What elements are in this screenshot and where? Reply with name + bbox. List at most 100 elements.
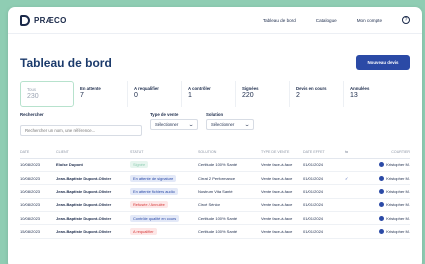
col-date[interactable]: DATE bbox=[20, 146, 56, 159]
new-quote-button[interactable]: Nouveau devis bbox=[356, 55, 410, 70]
row-solution: Certitude 100% Santé bbox=[198, 224, 261, 239]
row-effective-date: 01/01/2024 bbox=[303, 224, 345, 239]
broker-name: Kristopher M. bbox=[386, 202, 410, 208]
nav-item-account[interactable]: Mon compte bbox=[357, 18, 382, 23]
page-title: Tableau de bord bbox=[20, 55, 112, 70]
search-label: Rechercher bbox=[20, 112, 44, 117]
row-client: Jean-Baptiste Dupont-Olivier bbox=[56, 198, 130, 213]
broker-name: Kristopher M. bbox=[386, 175, 410, 181]
row-sale-type: Vente face-à-face bbox=[261, 224, 303, 239]
row-client: Jean-Baptiste Dupont-Olivier bbox=[56, 224, 130, 239]
stat-tab-signed[interactable]: Signées 220 bbox=[236, 81, 290, 107]
sale-type-filter: Type de vente Sélectionner ⌄ bbox=[150, 112, 198, 137]
status-badge: A requalifier bbox=[130, 228, 157, 236]
stat-label: Devis en cours bbox=[296, 86, 327, 91]
status-badge: En attente fichiers audio bbox=[130, 187, 178, 195]
row-status: Signée bbox=[130, 158, 198, 172]
help-icon[interactable]: ? bbox=[402, 16, 410, 24]
table-row[interactable]: 10/08/2023 Jean-Baptiste Dupont-Olivier Re… bbox=[20, 198, 410, 213]
avatar bbox=[379, 202, 385, 208]
table-row[interactable]: 10/08/2023 Eloïse Dupont Signée Certitude 1… bbox=[20, 158, 410, 172]
col-link-icon: ⇆ bbox=[345, 146, 359, 159]
broker-name: Kristopher M. bbox=[386, 215, 410, 221]
row-broker[interactable]: Kristopher M. bbox=[359, 211, 410, 226]
col-status[interactable]: STATUT bbox=[130, 146, 198, 159]
col-sale-type[interactable]: TYPE DE VENTE bbox=[261, 146, 303, 159]
row-sale-type: Vente face-à-face bbox=[261, 211, 303, 226]
stat-tab-in-progress[interactable]: Devis en cours 2 bbox=[290, 81, 344, 107]
row-solution: Certitude 100% Santé bbox=[198, 211, 261, 226]
row-client: Jean-Baptiste Dupont-Olivier bbox=[56, 171, 130, 186]
status-badge: Contrôle qualité en cours bbox=[130, 214, 180, 222]
stat-value: 13 bbox=[350, 92, 358, 99]
stat-tab-pending[interactable]: En attente 7 bbox=[74, 81, 128, 107]
solution-value: Sélectionner bbox=[211, 122, 235, 127]
row-status: En attente fichiers audio bbox=[130, 184, 198, 199]
table-row[interactable]: 10/08/2023 Jean-Baptiste Dupont-Olivier Co… bbox=[20, 211, 410, 226]
col-broker[interactable]: COURTIER bbox=[359, 146, 410, 159]
row-check: ✓ bbox=[345, 171, 359, 186]
status-tabs: Tous 230 En attente 7 A requalifier 0 A … bbox=[20, 81, 410, 107]
row-date: 10/08/2023 bbox=[20, 158, 56, 172]
row-status: Contrôle qualité en cours bbox=[130, 211, 198, 226]
col-client[interactable]: CLIENT bbox=[56, 146, 130, 159]
col-effective-date[interactable]: DATE EFFET bbox=[303, 146, 345, 159]
avatar bbox=[379, 162, 385, 168]
app-window: PRÆCO Tableau de bord Catalogue Mon comp… bbox=[8, 7, 422, 264]
top-bar: PRÆCO Tableau de bord Catalogue Mon comp… bbox=[8, 7, 422, 34]
row-broker[interactable]: Kristopher M. bbox=[359, 184, 410, 199]
status-badge: Refusée / Annulée bbox=[130, 201, 168, 209]
chevron-down-icon: ⌄ bbox=[243, 121, 250, 128]
row-effective-date: 01/01/2024 bbox=[303, 184, 345, 199]
row-solution: Cirrat 2 Performance bbox=[198, 171, 261, 186]
row-date: 10/08/2023 bbox=[20, 184, 56, 199]
row-status: En attente de signature bbox=[130, 171, 198, 186]
stat-value: 230 bbox=[27, 93, 39, 100]
sale-type-select[interactable]: Sélectionner ⌄ bbox=[150, 119, 198, 130]
broker-name: Kristopher M. bbox=[386, 229, 410, 235]
row-sale-type: Vente face-à-face bbox=[261, 158, 303, 172]
page-header: Tableau de bord Nouveau devis bbox=[8, 55, 422, 70]
stat-value: 7 bbox=[80, 92, 84, 99]
row-broker[interactable]: Kristopher M. bbox=[359, 198, 410, 213]
logo[interactable]: PRÆCO bbox=[20, 14, 67, 26]
sale-type-label: Type de vente bbox=[150, 112, 179, 117]
stat-tab-control[interactable]: A contrôler 1 bbox=[182, 81, 236, 107]
row-solution: Certitude 100% Santé bbox=[198, 158, 261, 172]
stat-value: 2 bbox=[296, 92, 300, 99]
search-input[interactable] bbox=[20, 125, 142, 136]
quotes-table: DATE CLIENT STATUT SOLUTION TYPE DE VENT… bbox=[20, 146, 410, 239]
col-solution[interactable]: SOLUTION bbox=[198, 146, 261, 159]
broker-name: Kristopher M. bbox=[386, 188, 410, 194]
row-broker[interactable]: Kristopher M. bbox=[359, 158, 410, 172]
stat-label: Tous bbox=[27, 87, 37, 92]
row-broker[interactable]: Kristopher M. bbox=[359, 171, 410, 186]
table-row[interactable]: 10/08/2023 Jean-Baptiste Dupont-Olivier En… bbox=[20, 171, 410, 186]
row-status: A requalifier bbox=[130, 224, 198, 239]
row-effective-date: 01/01/2024 bbox=[303, 171, 345, 186]
stat-label: A requalifier bbox=[134, 86, 159, 91]
chevron-down-icon: ⌄ bbox=[187, 121, 194, 128]
nav-item-dashboard[interactable]: Tableau de bord bbox=[263, 18, 296, 23]
row-broker[interactable]: Kristopher M. bbox=[359, 224, 410, 239]
row-client: Eloïse Dupont bbox=[56, 158, 130, 172]
row-check bbox=[345, 158, 359, 172]
stat-value: 220 bbox=[242, 92, 254, 99]
table-row[interactable]: 15/08/2023 Jean-Baptiste Dupont-Olivier A … bbox=[20, 224, 410, 239]
row-effective-date: 01/01/2024 bbox=[303, 158, 345, 172]
table-header-row: DATE CLIENT STATUT SOLUTION TYPE DE VENT… bbox=[20, 146, 410, 159]
table-row[interactable]: 10/08/2023 Jean-Baptiste Dupont-Olivier En… bbox=[20, 184, 410, 199]
stat-tab-cancelled[interactable]: Annulées 13 bbox=[344, 81, 398, 107]
row-check bbox=[345, 224, 359, 239]
nav-item-catalogue[interactable]: Catalogue bbox=[316, 18, 337, 23]
logo-text: PRÆCO bbox=[34, 15, 67, 25]
row-check bbox=[345, 198, 359, 213]
check-icon: ✓ bbox=[345, 175, 349, 181]
avatar bbox=[379, 215, 385, 221]
solution-select[interactable]: Sélectionner ⌄ bbox=[206, 119, 254, 130]
row-check bbox=[345, 184, 359, 199]
row-status: Refusée / Annulée bbox=[130, 198, 198, 213]
avatar bbox=[379, 188, 385, 194]
stat-tab-requalify[interactable]: A requalifier 0 bbox=[128, 81, 182, 107]
stat-tab-all[interactable]: Tous 230 bbox=[20, 81, 74, 107]
